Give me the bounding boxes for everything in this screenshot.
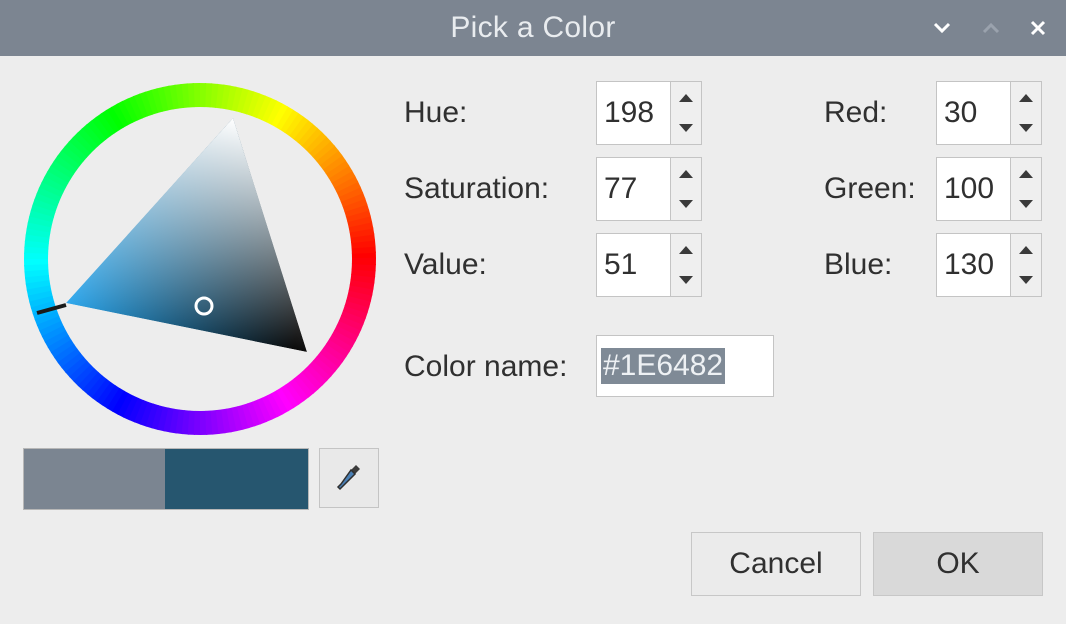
chevron-up-icon <box>982 22 1000 34</box>
color-swatches <box>23 448 309 510</box>
maximize-button[interactable] <box>975 12 1007 44</box>
color-wheel[interactable] <box>23 82 377 436</box>
close-button[interactable] <box>1022 12 1054 44</box>
hue-label: Hue: <box>404 96 468 129</box>
ok-button[interactable]: OK <box>873 532 1043 596</box>
color-name-input[interactable]: #1E6482 <box>596 335 774 397</box>
blue-value[interactable]: 130 <box>937 234 1011 296</box>
hue-value[interactable]: 198 <box>597 82 671 144</box>
red-decrement-button[interactable] <box>1011 113 1041 144</box>
chevron-down-icon <box>933 22 951 34</box>
current-color-swatch <box>165 449 308 509</box>
saturation-value[interactable]: 77 <box>597 158 671 220</box>
color-name-selected-text[interactable]: #1E6482 <box>601 348 726 384</box>
red-increment-button[interactable] <box>1011 82 1041 113</box>
saturation-spinbox[interactable]: 77 <box>596 157 702 221</box>
color-name-label: Color name: <box>404 350 568 383</box>
blue-increment-button[interactable] <box>1011 234 1041 265</box>
hue-ring-segment[interactable] <box>351 257 376 266</box>
green-spinbox[interactable]: 100 <box>936 157 1042 221</box>
blue-decrement-button[interactable] <box>1011 265 1041 296</box>
arrow-up-icon <box>679 94 693 102</box>
hue-spinbox[interactable]: 198 <box>596 81 702 145</box>
previous-color-swatch <box>24 449 165 509</box>
hue-decrement-button[interactable] <box>671 113 701 144</box>
hue-increment-button[interactable] <box>671 82 701 113</box>
eyedropper-button[interactable] <box>319 448 379 508</box>
arrow-down-icon <box>1019 276 1033 284</box>
arrow-up-icon <box>1019 246 1033 254</box>
arrow-up-icon <box>679 170 693 178</box>
red-spinbox[interactable]: 30 <box>936 81 1042 145</box>
saturation-increment-button[interactable] <box>671 158 701 189</box>
green-increment-button[interactable] <box>1011 158 1041 189</box>
red-label: Red: <box>824 96 888 129</box>
arrow-down-icon <box>679 276 693 284</box>
minimize-button[interactable] <box>926 12 958 44</box>
arrow-up-icon <box>679 246 693 254</box>
arrow-down-icon <box>1019 124 1033 132</box>
title-bar: Pick a Color <box>0 0 1066 56</box>
arrow-down-icon <box>679 124 693 132</box>
saturation-decrement-button[interactable] <box>671 189 701 220</box>
arrow-up-icon <box>1019 94 1033 102</box>
red-value[interactable]: 30 <box>937 82 1011 144</box>
window-title: Pick a Color <box>450 11 616 44</box>
value-spinbox[interactable]: 51 <box>596 233 702 297</box>
arrow-up-icon <box>1019 170 1033 178</box>
arrow-down-icon <box>1019 200 1033 208</box>
blue-label: Blue: <box>824 248 893 281</box>
arrow-down-icon <box>679 200 693 208</box>
value-label: Value: <box>404 248 487 281</box>
saturation-label: Saturation: <box>404 172 550 205</box>
blue-spinbox[interactable]: 130 <box>936 233 1042 297</box>
eyedropper-icon <box>336 465 360 491</box>
green-label: Green: <box>824 172 916 205</box>
value-increment-button[interactable] <box>671 234 701 265</box>
green-decrement-button[interactable] <box>1011 189 1041 220</box>
green-value[interactable]: 100 <box>937 158 1011 220</box>
saturation-value-triangle[interactable] <box>66 118 307 352</box>
close-icon <box>1030 20 1046 36</box>
cancel-button[interactable]: Cancel <box>691 532 861 596</box>
value-decrement-button[interactable] <box>671 265 701 296</box>
value-value[interactable]: 51 <box>597 234 671 296</box>
